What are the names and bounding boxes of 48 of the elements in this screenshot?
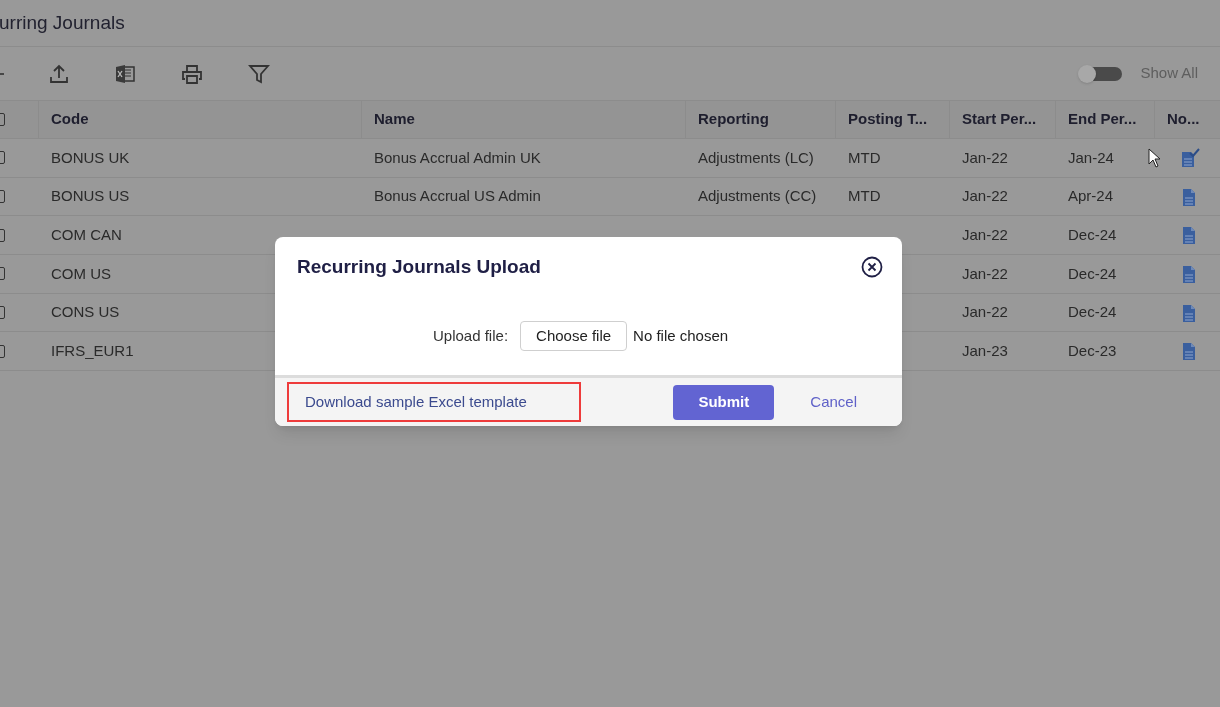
note-checked-icon[interactable] — [1180, 147, 1200, 168]
table-cell-text: COM CAN — [51, 224, 122, 245]
file-status-text: No file chosen — [633, 325, 729, 346]
column-header[interactable]: Code — [51, 108, 89, 131]
table-cell-text: BONUS UK — [51, 147, 130, 168]
dialog-title: Recurring Journals Upload — [297, 254, 541, 279]
column-header[interactable]: No... — [1167, 108, 1200, 131]
table-cell-text: Adjustments (LC) — [698, 147, 814, 168]
mouse-cursor-icon — [1148, 148, 1162, 168]
column-header[interactable]: Reporting — [698, 108, 769, 131]
column-header[interactable]: Name — [374, 108, 415, 131]
table-cell-text: Apr-24 — [1068, 186, 1114, 207]
table-cell-text: BONUS US — [51, 186, 130, 207]
table-cell-text: Jan-23 — [962, 341, 1008, 362]
table-cell-text: Dec-24 — [1068, 224, 1117, 245]
table-cell-text: Adjustments (CC) — [698, 186, 817, 207]
upload-icon[interactable] — [48, 62, 70, 85]
table-cell-text: Dec-24 — [1068, 302, 1117, 323]
table-cell-text: Jan-22 — [962, 302, 1008, 323]
table-cell-text: COM US — [51, 263, 111, 284]
filter-icon[interactable] — [248, 62, 270, 85]
close-icon[interactable] — [861, 256, 883, 278]
table-cell-text: Jan-22 — [962, 147, 1008, 168]
column-header[interactable]: Posting T... — [848, 108, 928, 131]
column-header[interactable]: Start Per... — [962, 108, 1037, 131]
choose-file-button[interactable]: Choose file — [520, 321, 628, 351]
table-cell-text: MTD — [848, 147, 881, 168]
table-cell-text: Jan-22 — [962, 263, 1008, 284]
table-cell-text: IFRS_EUR1 — [51, 341, 134, 362]
cancel-button[interactable]: Cancel — [810, 390, 857, 414]
show-all-label: Show All — [1140, 63, 1198, 84]
table-cell-text: Jan-22 — [962, 224, 1008, 245]
page-title: urring Journals — [0, 10, 125, 35]
print-icon[interactable] — [181, 62, 203, 85]
excel-icon[interactable] — [114, 62, 136, 85]
upload-file-label: Upload file: — [433, 325, 509, 346]
submit-button[interactable]: Submit — [673, 384, 775, 420]
table-cell-text: CONS US — [51, 302, 120, 323]
table-cell-text: Jan-22 — [962, 186, 1008, 207]
download-template-link[interactable]: Download sample Excel template — [287, 382, 581, 422]
show-all-toggle[interactable] — [1078, 64, 1123, 83]
table-cell-text: Bonus Accrual Admin UK — [374, 147, 541, 168]
column-header[interactable]: End Per... — [1068, 108, 1137, 131]
table-cell-text: Dec-24 — [1068, 263, 1117, 284]
table-cell-text: MTD — [848, 186, 881, 207]
table-cell-text: Dec-23 — [1068, 341, 1117, 362]
table-cell-text: Jan-24 — [1068, 147, 1114, 168]
table-cell-text: Bonus Accrual US Admin — [374, 186, 541, 207]
